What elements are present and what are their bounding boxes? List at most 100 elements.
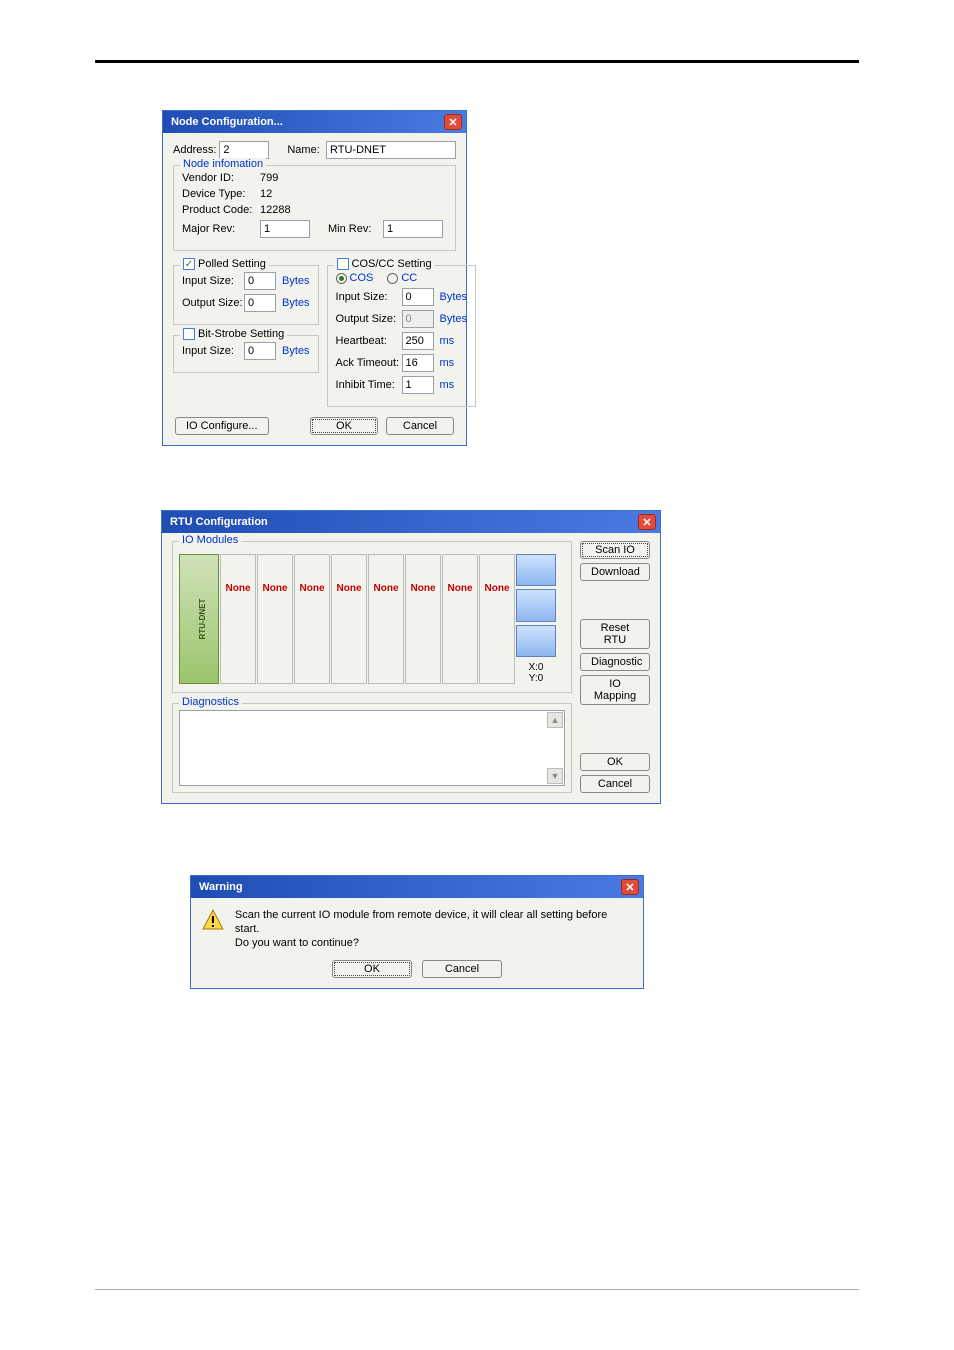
io-slot-3[interactable]: None <box>294 554 330 684</box>
bitstrobe-unit: Bytes <box>282 345 310 357</box>
inhibit-unit: ms <box>440 379 455 391</box>
inhibit-input[interactable] <box>402 376 434 394</box>
y-count-label: Y:0 <box>516 673 556 684</box>
rtu-device-label: RTU-DNET <box>198 599 207 640</box>
polled-setting-legend: ✓ Polled Setting <box>180 258 269 270</box>
product-code-label: Product Code: <box>182 204 260 216</box>
diagnostics-textarea[interactable]: ▲ ▼ <box>179 710 565 786</box>
warning-titlebar: Warning ✕ <box>191 876 643 898</box>
rtu-ok-button[interactable]: OK <box>580 753 650 771</box>
polled-input-size-label: Input Size: <box>182 275 244 287</box>
polled-input-unit: Bytes <box>282 275 310 287</box>
io-slot-6[interactable]: None <box>405 554 441 684</box>
io-slot-4[interactable]: None <box>331 554 367 684</box>
reset-rtu-button[interactable]: Reset RTU <box>580 619 650 649</box>
node-config-titlebar: Node Configuration... ✕ <box>163 111 466 133</box>
bitstrobe-legend-text: Bit-Strobe Setting <box>198 328 284 340</box>
polled-input-size[interactable] <box>244 272 276 290</box>
polled-output-size[interactable] <box>244 294 276 312</box>
polled-output-size-label: Output Size: <box>182 297 244 309</box>
io-configure-button[interactable]: IO Configure... <box>175 417 269 435</box>
right-module-3 <box>516 625 556 657</box>
address-label: Address: <box>173 144 219 156</box>
warning-icon <box>201 908 225 932</box>
coscc-input-size-label: Input Size: <box>336 291 402 303</box>
scroll-down-icon[interactable]: ▼ <box>547 768 563 784</box>
warning-text-line1: Scan the current IO module from remote d… <box>235 908 633 936</box>
device-type-value: 12 <box>260 188 272 200</box>
diagnostics-group: Diagnostics ▲ ▼ <box>172 703 572 793</box>
bitstrobe-checkbox[interactable] <box>183 328 195 340</box>
heartbeat-label: Heartbeat: <box>336 335 402 347</box>
warning-text-line2: Do you want to continue? <box>235 936 633 950</box>
heartbeat-unit: ms <box>440 335 455 347</box>
warning-cancel-button[interactable]: Cancel <box>422 960 502 978</box>
rtu-config-title: RTU Configuration <box>170 516 268 528</box>
page-top-rule <box>95 60 859 63</box>
warning-title: Warning <box>199 881 243 893</box>
io-slot-2[interactable]: None <box>257 554 293 684</box>
coscc-output-size-label: Output Size: <box>336 313 402 325</box>
io-slot-8[interactable]: None <box>479 554 515 684</box>
node-configuration-window: Node Configuration... ✕ Address: Name: N… <box>162 110 467 446</box>
address-input[interactable] <box>219 141 269 159</box>
io-slot-5[interactable]: None <box>368 554 404 684</box>
major-rev-label: Major Rev: <box>182 223 260 235</box>
polled-checkbox[interactable]: ✓ <box>183 258 195 270</box>
x-count-label: X:0 <box>516 662 556 673</box>
warning-ok-button[interactable]: OK <box>332 960 412 978</box>
bitstrobe-legend: Bit-Strobe Setting <box>180 328 287 340</box>
page-bottom-rule <box>95 1289 859 1290</box>
cos-radio[interactable] <box>336 273 347 284</box>
product-code-value: 12288 <box>260 204 291 216</box>
io-slot-7[interactable]: None <box>442 554 478 684</box>
scan-io-button[interactable]: Scan IO <box>580 541 650 559</box>
polled-legend-text: Polled Setting <box>198 258 266 270</box>
io-modules-group: IO Modules RTU-DNET None None None None … <box>172 541 572 693</box>
name-label: Name: <box>287 144 326 156</box>
diagnostic-button[interactable]: Diagnostic <box>580 653 650 671</box>
acktimeout-input[interactable] <box>402 354 434 372</box>
rtu-cancel-button[interactable]: Cancel <box>580 775 650 793</box>
coscc-checkbox[interactable] <box>337 258 349 270</box>
bitstrobe-input-size-label: Input Size: <box>182 345 244 357</box>
rtu-config-titlebar: RTU Configuration ✕ <box>162 511 660 533</box>
acktimeout-unit: ms <box>440 357 455 369</box>
coscc-legend: COS/CC Setting <box>334 258 435 270</box>
node-info-legend: Node infomation <box>180 158 266 170</box>
cc-label: CC <box>401 272 417 284</box>
scroll-up-icon[interactable]: ▲ <box>547 712 563 728</box>
coscc-legend-text: COS/CC Setting <box>352 258 432 270</box>
coscc-input-size[interactable] <box>402 288 434 306</box>
io-slot-1[interactable]: None <box>220 554 256 684</box>
polled-output-unit: Bytes <box>282 297 310 309</box>
cancel-button[interactable]: Cancel <box>386 417 454 435</box>
vendor-id-label: Vendor ID: <box>182 172 260 184</box>
right-module-1 <box>516 554 556 586</box>
io-mapping-button[interactable]: IO Mapping <box>580 675 650 705</box>
heartbeat-input[interactable] <box>402 332 434 350</box>
device-type-label: Device Type: <box>182 188 260 200</box>
io-modules-legend: IO Modules <box>179 534 241 546</box>
node-config-title: Node Configuration... <box>171 116 283 128</box>
acktimeout-label: Ack Timeout: <box>336 357 402 369</box>
name-input[interactable] <box>326 141 456 159</box>
major-rev-input[interactable] <box>260 220 310 238</box>
bitstrobe-input-size[interactable] <box>244 342 276 360</box>
rtu-device-image: RTU-DNET <box>179 554 219 684</box>
diagnostics-legend: Diagnostics <box>179 696 242 708</box>
right-module-2 <box>516 589 556 621</box>
cc-radio[interactable] <box>387 273 398 284</box>
close-icon[interactable]: ✕ <box>638 514 656 530</box>
close-icon[interactable]: ✕ <box>621 879 639 895</box>
download-button[interactable]: Download <box>580 563 650 581</box>
min-rev-input[interactable] <box>383 220 443 238</box>
ok-button[interactable]: OK <box>310 417 378 435</box>
inhibit-label: Inhibit Time: <box>336 379 402 391</box>
close-icon[interactable]: ✕ <box>444 114 462 130</box>
min-rev-label: Min Rev: <box>328 223 383 235</box>
coscc-output-size <box>402 310 434 328</box>
coscc-input-unit: Bytes <box>440 291 468 303</box>
coscc-output-unit: Bytes <box>440 313 468 325</box>
warning-dialog: Warning ✕ Scan the current IO module fro… <box>190 875 644 989</box>
